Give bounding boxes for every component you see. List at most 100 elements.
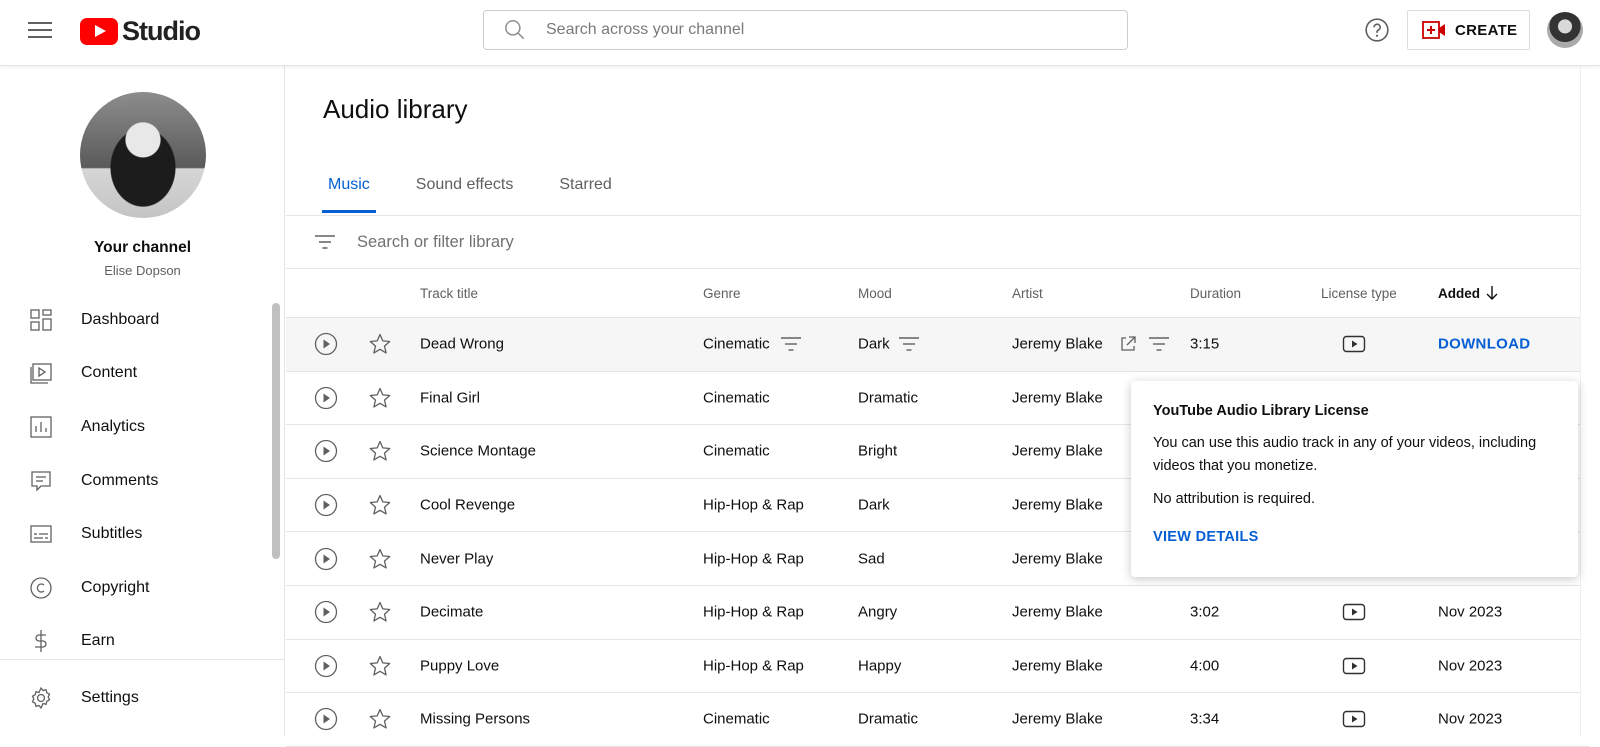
- star-icon[interactable]: [368, 707, 392, 731]
- track-mood: Dark: [858, 335, 890, 353]
- track-genre: Cinematic: [703, 335, 770, 353]
- youtube-license-icon[interactable]: [1342, 656, 1366, 676]
- track-genre: Hip-Hop & Rap: [703, 657, 804, 675]
- star-icon[interactable]: [368, 493, 392, 517]
- track-genre: Cinematic: [703, 389, 770, 407]
- sidebar-nav: Dashboard Content Analytics Comments Sub…: [0, 293, 270, 668]
- track-genre: Hip-Hop & Rap: [703, 603, 804, 621]
- track-title: Missing Persons: [420, 710, 531, 728]
- track-added-date: Nov 2023: [1438, 657, 1503, 675]
- table-header: Track title Genre Mood Artist Duration L…: [286, 270, 1590, 318]
- sidebar-item-dashboard[interactable]: Dashboard: [0, 293, 270, 347]
- track-title: Cool Revenge: [420, 496, 516, 514]
- track-artist: Jeremy Blake: [1012, 550, 1103, 568]
- sidebar-item-label: Comments: [81, 471, 159, 489]
- play-icon[interactable]: [314, 707, 338, 731]
- track-mood: Bright: [858, 442, 898, 460]
- account-avatar[interactable]: [1547, 12, 1583, 48]
- column-license-type[interactable]: License type: [1321, 286, 1397, 301]
- column-duration[interactable]: Duration: [1190, 286, 1241, 301]
- comments-icon: [31, 470, 51, 492]
- tab-sound-effects[interactable]: Sound effects: [410, 163, 520, 213]
- table-row[interactable]: Decimate Hip-Hop & Rap Angry Jeremy Blake 3:…: [286, 586, 1590, 640]
- create-button[interactable]: CREATE: [1407, 10, 1530, 50]
- filter-icon[interactable]: [314, 231, 336, 253]
- track-added-date: Nov 2023: [1438, 710, 1503, 728]
- track-genre: Hip-Hop & Rap: [703, 496, 804, 514]
- track-mood: Sad: [858, 550, 885, 568]
- track-artist: Jeremy Blake: [1012, 442, 1103, 460]
- sort-down-arrow-icon[interactable]: [1485, 285, 1499, 301]
- star-icon[interactable]: [368, 654, 392, 678]
- column-genre[interactable]: Genre: [703, 286, 741, 301]
- channel-title: Your channel: [93, 239, 192, 256]
- sidebar-scrollbar[interactable]: [272, 303, 280, 559]
- dollar-icon: [35, 630, 47, 653]
- studio-logo[interactable]: Studio: [80, 16, 201, 46]
- track-mood: Dramatic: [858, 710, 919, 728]
- column-track-title[interactable]: Track title: [420, 286, 478, 301]
- star-icon[interactable]: [368, 332, 392, 356]
- track-title: Final Girl: [420, 389, 481, 407]
- view-details-link[interactable]: VIEW DETAILS: [1153, 529, 1259, 545]
- tab-starred[interactable]: Starred: [553, 163, 617, 213]
- sidebar-item-subtitles[interactable]: Subtitles: [0, 507, 270, 561]
- sidebar-item-content[interactable]: Content: [0, 347, 270, 401]
- library-filter-input[interactable]: [357, 232, 1257, 252]
- create-video-icon: [1422, 21, 1445, 39]
- hamburger-menu-icon[interactable]: [22, 17, 58, 47]
- sidebar-item-copyright[interactable]: Copyright: [0, 561, 270, 615]
- sidebar-item-settings[interactable]: Settings: [0, 659, 285, 736]
- column-added[interactable]: Added: [1438, 286, 1480, 301]
- sidebar-item-comments[interactable]: Comments: [0, 454, 270, 508]
- sidebar-item-label: Subtitles: [81, 525, 143, 543]
- main-scrollbar-track[interactable]: [1580, 66, 1590, 736]
- channel-avatar[interactable]: [80, 92, 206, 218]
- play-icon[interactable]: [314, 493, 338, 517]
- filter-by-mood-icon[interactable]: [898, 335, 920, 353]
- filter-by-artist-icon[interactable]: [1148, 335, 1170, 353]
- play-icon[interactable]: [314, 600, 338, 624]
- external-link-icon[interactable]: [1119, 335, 1137, 353]
- table-row[interactable]: Missing Persons Cinematic Dramatic Jeremy B…: [286, 693, 1590, 747]
- table-row[interactable]: Puppy Love Hip-Hop & Rap Happy Jeremy Blake…: [286, 640, 1590, 694]
- column-mood[interactable]: Mood: [858, 286, 892, 301]
- channel-search-input[interactable]: [546, 21, 1106, 39]
- star-icon[interactable]: [368, 439, 392, 463]
- sidebar-item-label: Analytics: [81, 417, 146, 435]
- play-icon[interactable]: [314, 332, 338, 356]
- track-added-date: Nov 2023: [1438, 603, 1503, 621]
- track-duration: 3:02: [1190, 603, 1220, 621]
- track-genre: Cinematic: [703, 442, 770, 460]
- youtube-license-icon[interactable]: [1342, 602, 1366, 622]
- track-mood: Happy: [858, 657, 902, 675]
- star-icon[interactable]: [368, 386, 392, 410]
- settings-label: Settings: [81, 689, 139, 706]
- track-artist: Jeremy Blake: [1012, 389, 1103, 407]
- tab-music[interactable]: Music: [322, 163, 376, 213]
- column-artist[interactable]: Artist: [1012, 286, 1043, 301]
- table-row[interactable]: Dead Wrong Cinematic Dark Jeremy Blake 3:15 D…: [286, 318, 1590, 372]
- gear-icon: [31, 686, 51, 710]
- track-title: Science Montage: [420, 442, 536, 460]
- download-button[interactable]: DOWNLOAD: [1438, 336, 1530, 353]
- sidebar-item-analytics[interactable]: Analytics: [0, 400, 270, 454]
- popover-body: You can use this audio track in any of y…: [1153, 435, 1537, 474]
- track-artist: Jeremy Blake: [1012, 657, 1103, 675]
- play-icon[interactable]: [314, 547, 338, 571]
- track-title: Decimate: [420, 603, 484, 621]
- play-icon[interactable]: [314, 386, 338, 410]
- license-popover: YouTube Audio Library License You can us…: [1131, 381, 1578, 577]
- youtube-license-icon[interactable]: [1342, 709, 1366, 729]
- youtube-license-icon[interactable]: [1342, 334, 1366, 354]
- star-icon[interactable]: [368, 547, 392, 571]
- filter-bar: [286, 216, 1590, 269]
- star-icon[interactable]: [368, 600, 392, 624]
- filter-by-genre-icon[interactable]: [780, 335, 802, 353]
- play-icon[interactable]: [314, 654, 338, 678]
- play-icon[interactable]: [314, 439, 338, 463]
- help-icon[interactable]: [1364, 17, 1390, 43]
- channel-search-box[interactable]: [483, 10, 1128, 50]
- track-title: Never Play: [420, 550, 494, 568]
- search-icon: [505, 20, 525, 40]
